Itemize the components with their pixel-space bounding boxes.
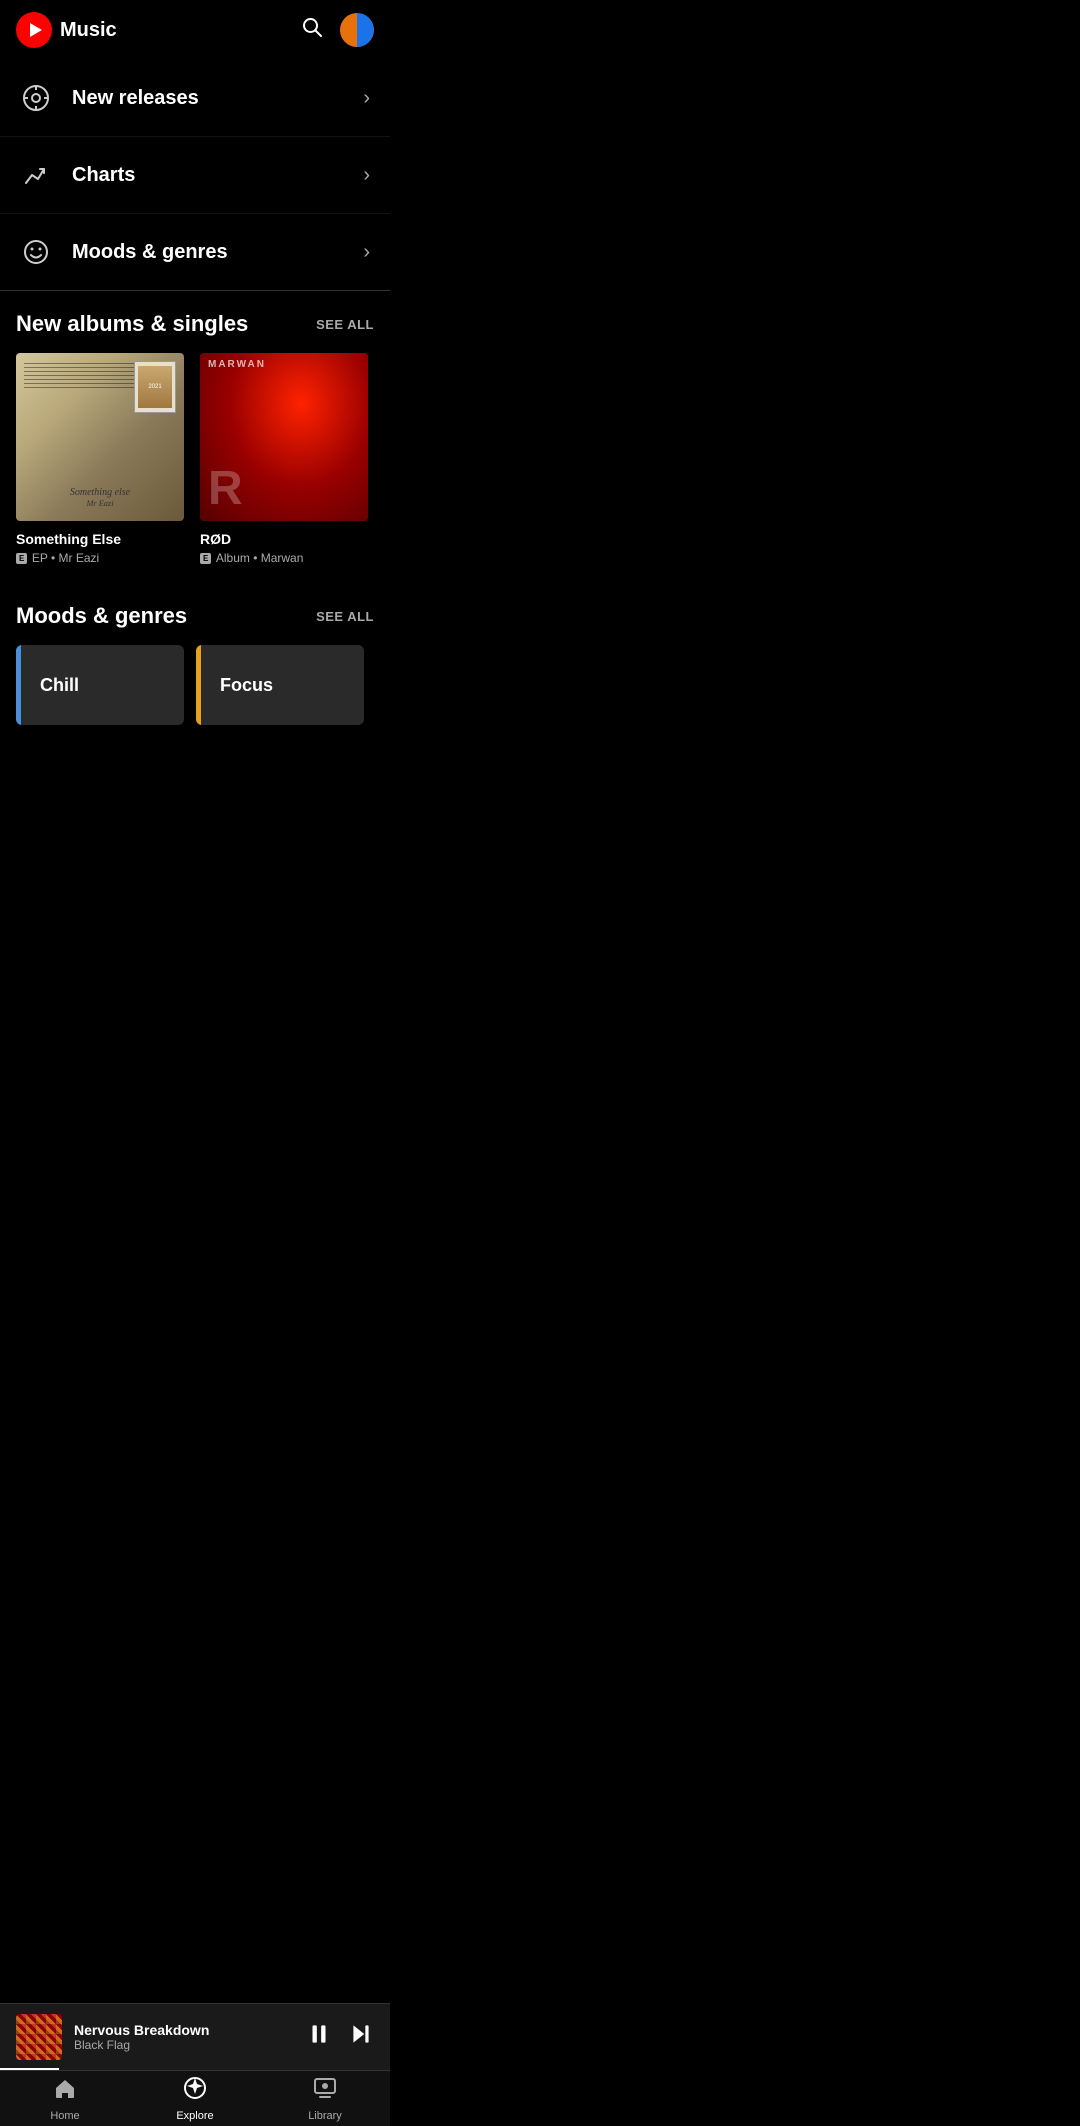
chevron-right-icon: › (363, 241, 370, 264)
focus-label: Focus (220, 675, 273, 696)
new-albums-title: New albums & singles (16, 311, 248, 337)
chill-label: Chill (40, 675, 79, 696)
tab-explore[interactable]: Explore (130, 2076, 260, 2122)
moods-see-all[interactable]: SEE ALL (316, 609, 374, 624)
album-art-rod: MARWAN R (200, 353, 368, 521)
explicit-badge: E (16, 553, 27, 564)
moods-icon (20, 236, 52, 268)
stamp-inner: 2021 (138, 366, 172, 408)
stamp: 2021 (134, 361, 176, 413)
album-meta-something-else: E EP • Mr Eazi (16, 551, 184, 565)
tab-home-label: Home (50, 2110, 79, 2122)
postcard-signature: Something elseMr Eazi (70, 487, 130, 509)
avatar-graphic (340, 13, 374, 47)
pause-button[interactable] (306, 2021, 332, 2053)
nav-item-moods-genres[interactable]: Moods & genres › (0, 214, 390, 291)
album-type-artist-rod: Album • Marwan (216, 551, 304, 565)
now-playing-info: Nervous Breakdown Black Flag (74, 2022, 294, 2052)
chevron-right-icon: › (363, 164, 370, 187)
header-left: Music (16, 12, 117, 48)
app-header: Music (0, 0, 390, 60)
postcard-lines (24, 363, 134, 388)
rod-letter: R (208, 465, 243, 513)
bottom-navigation: Home Explore Library (0, 2070, 390, 2126)
now-playing-artist: Black Flag (74, 2038, 294, 2052)
nav-item-left: Moods & genres (20, 236, 228, 268)
mood-card-focus[interactable]: Focus (196, 645, 364, 725)
albums-scroll: 2021 Something elseMr Eazi Something Els… (16, 353, 374, 565)
album-title-rod: RØD (200, 531, 368, 547)
new-albums-see-all[interactable]: SEE ALL (316, 317, 374, 332)
charts-label: Charts (72, 164, 135, 187)
album-card-something-else[interactable]: 2021 Something elseMr Eazi Something Els… (16, 353, 184, 565)
header-icons (300, 13, 374, 47)
moods-title: Moods & genres (16, 603, 187, 629)
rod-marwan-label: MARWAN (208, 359, 266, 370)
section-header: New albums & singles SEE ALL (16, 311, 374, 337)
new-albums-section: New albums & singles SEE ALL (0, 291, 390, 575)
nav-item-left: New releases (20, 82, 199, 114)
home-icon (53, 2076, 77, 2106)
album-title-something-else: Something Else (16, 531, 184, 547)
youtube-music-logo (16, 12, 52, 48)
moods-genres-section: Moods & genres SEE ALL Chill Focus (0, 575, 390, 735)
search-icon (300, 15, 324, 39)
bottom-spacer (0, 735, 390, 855)
moods-section-header: Moods & genres SEE ALL (16, 603, 374, 629)
album-art-something-else: 2021 Something elseMr Eazi (16, 353, 184, 521)
tab-explore-label: Explore (176, 2110, 213, 2122)
next-button[interactable] (348, 2021, 374, 2053)
tab-library-label: Library (308, 2110, 342, 2122)
chill-accent (16, 645, 21, 725)
now-playing-bar[interactable]: Nervous Breakdown Black Flag (0, 2003, 390, 2070)
moods-scroll: Chill Focus (16, 645, 374, 725)
app-title: Music (60, 19, 117, 42)
album-type-artist: EP • Mr Eazi (32, 551, 99, 565)
chevron-right-icon: › (363, 87, 370, 110)
album-meta-rod: E Album • Marwan (200, 551, 368, 565)
now-playing-thumb-art (16, 2014, 62, 2060)
charts-icon (20, 159, 52, 191)
user-avatar[interactable] (340, 13, 374, 47)
album-thumb-something-else: 2021 Something elseMr Eazi (16, 353, 184, 521)
explicit-badge: E (200, 553, 211, 564)
new-releases-icon (20, 82, 52, 114)
now-playing-controls (306, 2021, 374, 2053)
moods-genres-label: Moods & genres (72, 241, 228, 264)
tab-library[interactable]: Library (260, 2076, 390, 2122)
album-card-rod[interactable]: MARWAN R RØD E Album • Marwan (200, 353, 368, 565)
tab-home[interactable]: Home (0, 2076, 130, 2122)
now-playing-thumb (16, 2014, 62, 2060)
focus-accent (196, 645, 201, 725)
new-releases-label: New releases (72, 87, 199, 110)
nav-item-new-releases[interactable]: New releases › (0, 60, 390, 137)
search-button[interactable] (300, 15, 324, 45)
now-playing-title: Nervous Breakdown (74, 2022, 294, 2038)
mood-card-chill[interactable]: Chill (16, 645, 184, 725)
album-thumb-rod: MARWAN R (200, 353, 368, 521)
nav-item-left: Charts (20, 159, 135, 191)
explore-icon (183, 2076, 207, 2106)
nav-item-charts[interactable]: Charts › (0, 137, 390, 214)
library-icon (313, 2076, 337, 2106)
